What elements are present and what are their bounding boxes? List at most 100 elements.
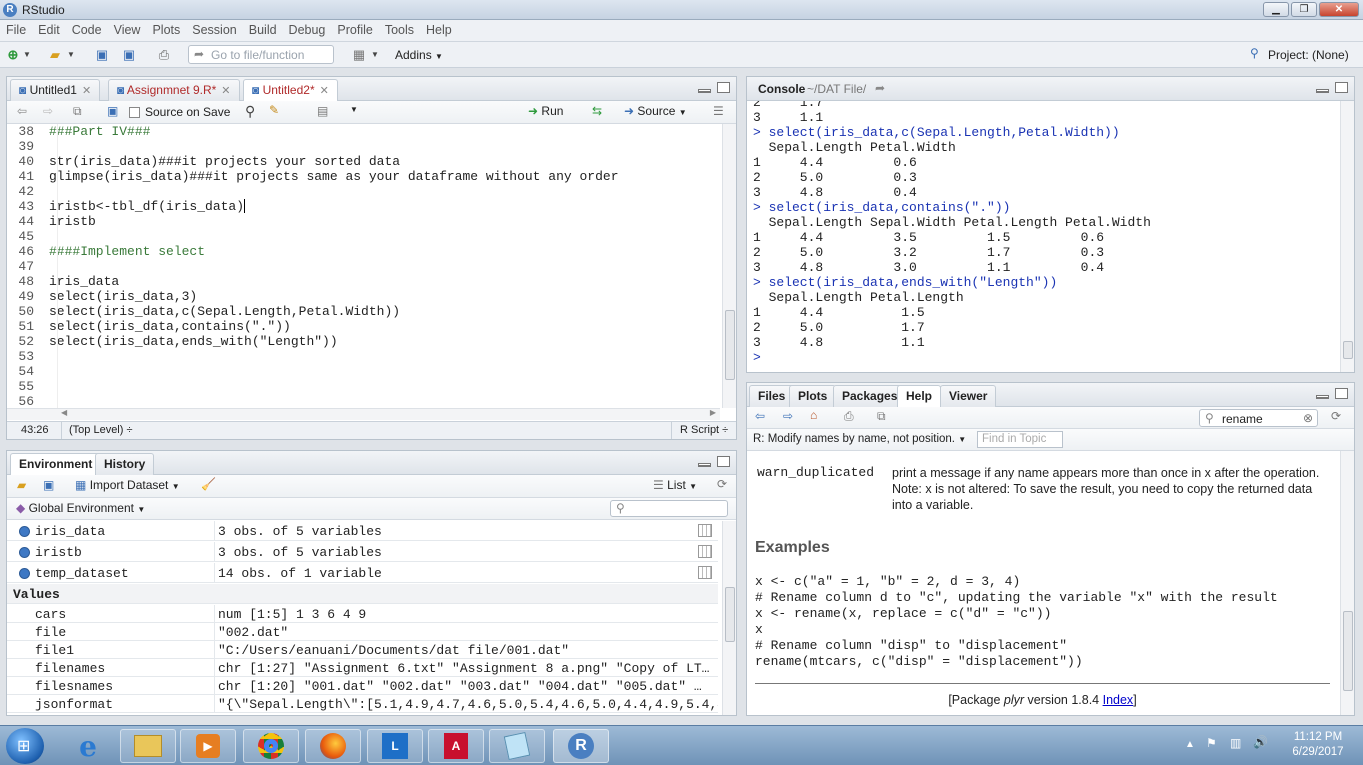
forward-arrow-icon[interactable]: ⇨: [783, 409, 793, 423]
open-recent-dropdown-icon[interactable]: ▼: [66, 46, 76, 63]
close-tab-icon[interactable]: ✕: [320, 85, 329, 97]
menu-edit[interactable]: Edit: [32, 20, 66, 40]
save-icon[interactable]: ▣: [107, 104, 118, 118]
editor-vertical-scrollbar[interactable]: [722, 124, 736, 408]
view-table-icon[interactable]: [698, 566, 712, 579]
more-dropdown-icon[interactable]: ▼: [350, 105, 358, 114]
environment-scrollbar[interactable]: [722, 521, 736, 715]
console-scrollbar[interactable]: [1340, 101, 1354, 372]
addins-menu[interactable]: Addins ▼: [395, 48, 443, 62]
new-file-icon[interactable]: ⊕: [4, 46, 22, 63]
console-output[interactable]: 2 1.7 3 1.1 > select(iris_data,c(Sepal.L…: [747, 101, 1338, 372]
tab-packages[interactable]: Packages: [833, 385, 907, 407]
minimize-pane-icon[interactable]: [1316, 395, 1329, 399]
expand-data-icon[interactable]: [19, 568, 30, 579]
close-tab-icon[interactable]: ✕: [221, 85, 230, 97]
code-area[interactable]: 38 ###Part IV### 39 40 str(iris_data)###it…: [7, 124, 720, 420]
scroll-thumb[interactable]: [725, 587, 735, 642]
save-all-icon[interactable]: ▣: [120, 46, 138, 63]
menu-debug[interactable]: Debug: [283, 20, 332, 40]
scroll-thumb[interactable]: [1343, 611, 1353, 691]
maximize-pane-icon[interactable]: [717, 456, 730, 467]
menu-code[interactable]: Code: [66, 20, 108, 40]
scope-dropdown[interactable]: ◆ Global Environment ▼: [16, 501, 145, 515]
volume-icon[interactable]: 🔊: [1253, 735, 1268, 749]
run-button[interactable]: ➜ Run: [528, 104, 563, 118]
file-type-selector[interactable]: R Script ÷: [680, 424, 728, 436]
list-item[interactable]: iristb 3 obs. of 5 variables: [7, 542, 718, 562]
console-title[interactable]: Console: [758, 82, 805, 96]
show-hidden-icons[interactable]: ▲: [1185, 739, 1195, 750]
back-arrow-icon[interactable]: ⇦: [17, 104, 27, 118]
tab-viewer[interactable]: Viewer: [940, 385, 997, 407]
notepad-taskbar-icon[interactable]: [489, 729, 545, 763]
tab-files[interactable]: Files: [749, 385, 795, 407]
new-file-dropdown-icon[interactable]: ▼: [22, 46, 32, 63]
home-icon[interactable]: ⌂: [810, 408, 817, 422]
expand-data-icon[interactable]: [19, 547, 30, 558]
maximize-pane-icon[interactable]: [1335, 388, 1348, 399]
action-center-flag-icon[interactable]: ⚑: [1206, 736, 1217, 750]
help-search-input[interactable]: ⚲ rename ⊗: [1199, 409, 1318, 427]
list-item[interactable]: jsonformat "{\"Sepal.Length\":[5.1,4.9,4.…: [7, 695, 718, 713]
environment-search-input[interactable]: ⚲: [610, 500, 728, 517]
view-mode-list[interactable]: ☰ List ▼: [653, 478, 697, 492]
list-item[interactable]: iris_data 3 obs. of 5 variables: [7, 521, 718, 541]
source-button[interactable]: ➜ Source ▼: [624, 104, 687, 118]
chrome-taskbar-icon[interactable]: [243, 729, 299, 763]
network-icon[interactable]: ▥: [1230, 736, 1241, 750]
go-to-file-input[interactable]: ➦ Go to file/function: [188, 45, 334, 64]
menu-plots[interactable]: Plots: [146, 20, 186, 40]
tab-environment[interactable]: Environment: [10, 453, 102, 476]
menu-view[interactable]: View: [108, 20, 147, 40]
go-to-directory-icon[interactable]: ➦: [875, 81, 885, 95]
minimize-pane-icon[interactable]: [698, 89, 711, 93]
rstudio-taskbar-icon[interactable]: R: [553, 729, 609, 763]
list-item[interactable]: temp_dataset 14 obs. of 1 variable: [7, 563, 718, 583]
forward-arrow-icon[interactable]: ⇨: [43, 104, 53, 118]
list-item[interactable]: filesnames chr [1:20] "001.dat" "002.dat"…: [7, 677, 718, 695]
tab-assignment9[interactable]: ◙ Assignmnet 9.R* ✕: [108, 79, 240, 101]
refresh-icon[interactable]: ⟳: [717, 477, 727, 491]
panes-dropdown-icon[interactable]: ▼: [370, 46, 380, 63]
compile-report-icon[interactable]: ▤: [317, 104, 328, 118]
internet-explorer-taskbar-icon[interactable]: e: [60, 729, 116, 763]
import-dataset-button[interactable]: ▦ Import Dataset ▼: [75, 478, 180, 492]
tab-plots[interactable]: Plots: [789, 385, 837, 407]
file-explorer-taskbar-icon[interactable]: [120, 729, 176, 763]
save-icon[interactable]: ▣: [93, 46, 111, 63]
back-arrow-icon[interactable]: ⇦: [755, 409, 765, 423]
editor-horizontal-scrollbar[interactable]: ◀ ▶: [7, 408, 720, 420]
open-file-icon[interactable]: ▰: [46, 46, 64, 63]
close-tab-icon[interactable]: ✕: [82, 85, 91, 97]
maximize-pane-icon[interactable]: [717, 82, 730, 93]
list-item[interactable]: file "002.dat": [7, 623, 718, 641]
tab-history[interactable]: History: [95, 453, 155, 475]
menu-session[interactable]: Session: [186, 20, 242, 40]
menu-tools[interactable]: Tools: [379, 20, 420, 40]
rerun-icon[interactable]: ⇆: [592, 104, 602, 118]
firefox-taskbar-icon[interactable]: [305, 729, 361, 763]
load-workspace-icon[interactable]: ▰: [17, 478, 26, 492]
acrobat-taskbar-icon[interactable]: A: [428, 729, 484, 763]
view-table-icon[interactable]: [698, 524, 712, 537]
help-topic-dropdown[interactable]: R: Modify names by name, not position. ▼: [753, 433, 966, 445]
list-item[interactable]: file1 "C:/Users/eanuani/Documents/dat fil…: [7, 641, 718, 659]
view-table-icon[interactable]: [698, 545, 712, 558]
list-item[interactable]: filenames chr [1:27] "Assignment 6.txt" "…: [7, 659, 718, 677]
clear-search-icon[interactable]: ⊗: [1303, 411, 1313, 425]
refresh-icon[interactable]: ⟳: [1331, 409, 1341, 423]
media-player-taskbar-icon[interactable]: ▶: [180, 729, 236, 763]
console-prompt[interactable]: >: [753, 350, 769, 365]
code-tools-wand-icon[interactable]: ✎: [269, 103, 279, 117]
lync-taskbar-icon[interactable]: L: [367, 729, 423, 763]
maximize-button[interactable]: ❐: [1291, 2, 1317, 17]
workspace-panes-icon[interactable]: ▦: [350, 46, 368, 63]
minimize-button[interactable]: ▁: [1263, 2, 1289, 17]
project-menu[interactable]: Project: (None): [1268, 48, 1349, 62]
scope-selector[interactable]: (Top Level) ÷: [69, 424, 133, 436]
search-icon[interactable]: ⚲: [245, 103, 255, 120]
system-clock[interactable]: 11:12 PM 6/29/2017: [1278, 730, 1358, 760]
menu-help[interactable]: Help: [420, 20, 458, 40]
scroll-thumb[interactable]: [725, 310, 735, 380]
